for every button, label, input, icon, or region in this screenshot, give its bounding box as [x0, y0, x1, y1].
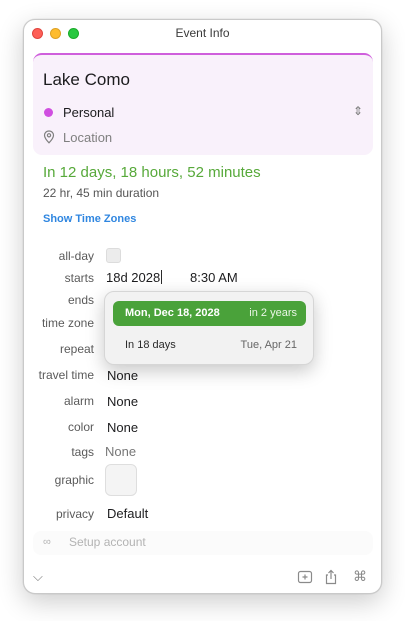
- color-label: color: [67, 420, 94, 434]
- tags-value[interactable]: None: [105, 444, 136, 459]
- tags-label: tags: [71, 445, 94, 459]
- location-pin-icon: [43, 130, 55, 144]
- timezone-label: time zone: [41, 316, 94, 330]
- starts-date-input[interactable]: 18d 2028: [106, 270, 163, 285]
- setup-account-row[interactable]: ∞ Setup account: [33, 531, 373, 555]
- repeat-label: repeat: [59, 342, 94, 356]
- suggestion-relative-text: In 18 days: [125, 339, 176, 351]
- show-time-zones-link[interactable]: Show Time Zones: [43, 213, 136, 225]
- travel-time-value[interactable]: None: [107, 368, 138, 383]
- duration-text: 22 hr, 45 min duration: [43, 186, 160, 200]
- graphic-label: graphic: [54, 473, 94, 487]
- countdown-text: In 12 days, 18 hours, 52 minutes: [43, 164, 261, 181]
- color-value[interactable]: None: [107, 420, 138, 435]
- infinity-icon: ∞: [43, 536, 51, 548]
- alarm-label: alarm: [63, 394, 94, 408]
- date-suggestion[interactable]: In 18 days Tue, Apr 21: [113, 333, 306, 358]
- privacy-label: privacy: [55, 507, 94, 521]
- calendar-color-dot: [44, 108, 53, 117]
- command-icon[interactable]: ⌘: [353, 568, 367, 585]
- event-header-card: Lake Como Personal ⇕ Location: [33, 53, 373, 155]
- location-field[interactable]: Location: [43, 130, 243, 148]
- starts-date-text: 18d 2028: [106, 270, 161, 285]
- calendar-name: Personal: [63, 105, 115, 120]
- location-placeholder: Location: [63, 130, 113, 145]
- privacy-value[interactable]: Default: [107, 506, 148, 521]
- calendar-selector[interactable]: Personal ⇕: [43, 104, 363, 123]
- starts-time-input[interactable]: 8:30 AM: [190, 270, 238, 285]
- allday-label: all-day: [58, 249, 94, 263]
- ends-label: ends: [67, 293, 94, 307]
- event-title[interactable]: Lake Como: [43, 70, 130, 90]
- graphic-well[interactable]: [105, 464, 137, 496]
- suggestion-date-text: Tue, Apr 21: [240, 339, 297, 351]
- text-caret: [161, 270, 163, 284]
- date-suggestion-selected[interactable]: Mon, Dec 18, 2028 in 2 years: [113, 301, 306, 326]
- up-down-chevron-icon: ⇕: [352, 104, 363, 118]
- window-title: Event Info: [175, 26, 230, 40]
- collapse-chevron-icon[interactable]: ⌵: [33, 569, 43, 585]
- alarm-value[interactable]: None: [107, 394, 138, 409]
- travel-time-label: travel time: [38, 368, 94, 382]
- date-suggestion-popup: Mon, Dec 18, 2028 in 2 years In 18 days …: [104, 291, 314, 365]
- suggestion-relative: in 2 years: [249, 307, 297, 319]
- bottom-toolbar: ⌵ ⌘: [24, 565, 381, 593]
- suggestion-date: Mon, Dec 18, 2028: [125, 307, 220, 319]
- share-icon[interactable]: [323, 569, 339, 585]
- title-bar: Event Info: [24, 20, 381, 46]
- add-to-icon[interactable]: [297, 569, 313, 585]
- allday-checkbox[interactable]: [106, 248, 121, 263]
- setup-account-label: Setup account: [69, 535, 146, 549]
- starts-label: starts: [64, 271, 94, 285]
